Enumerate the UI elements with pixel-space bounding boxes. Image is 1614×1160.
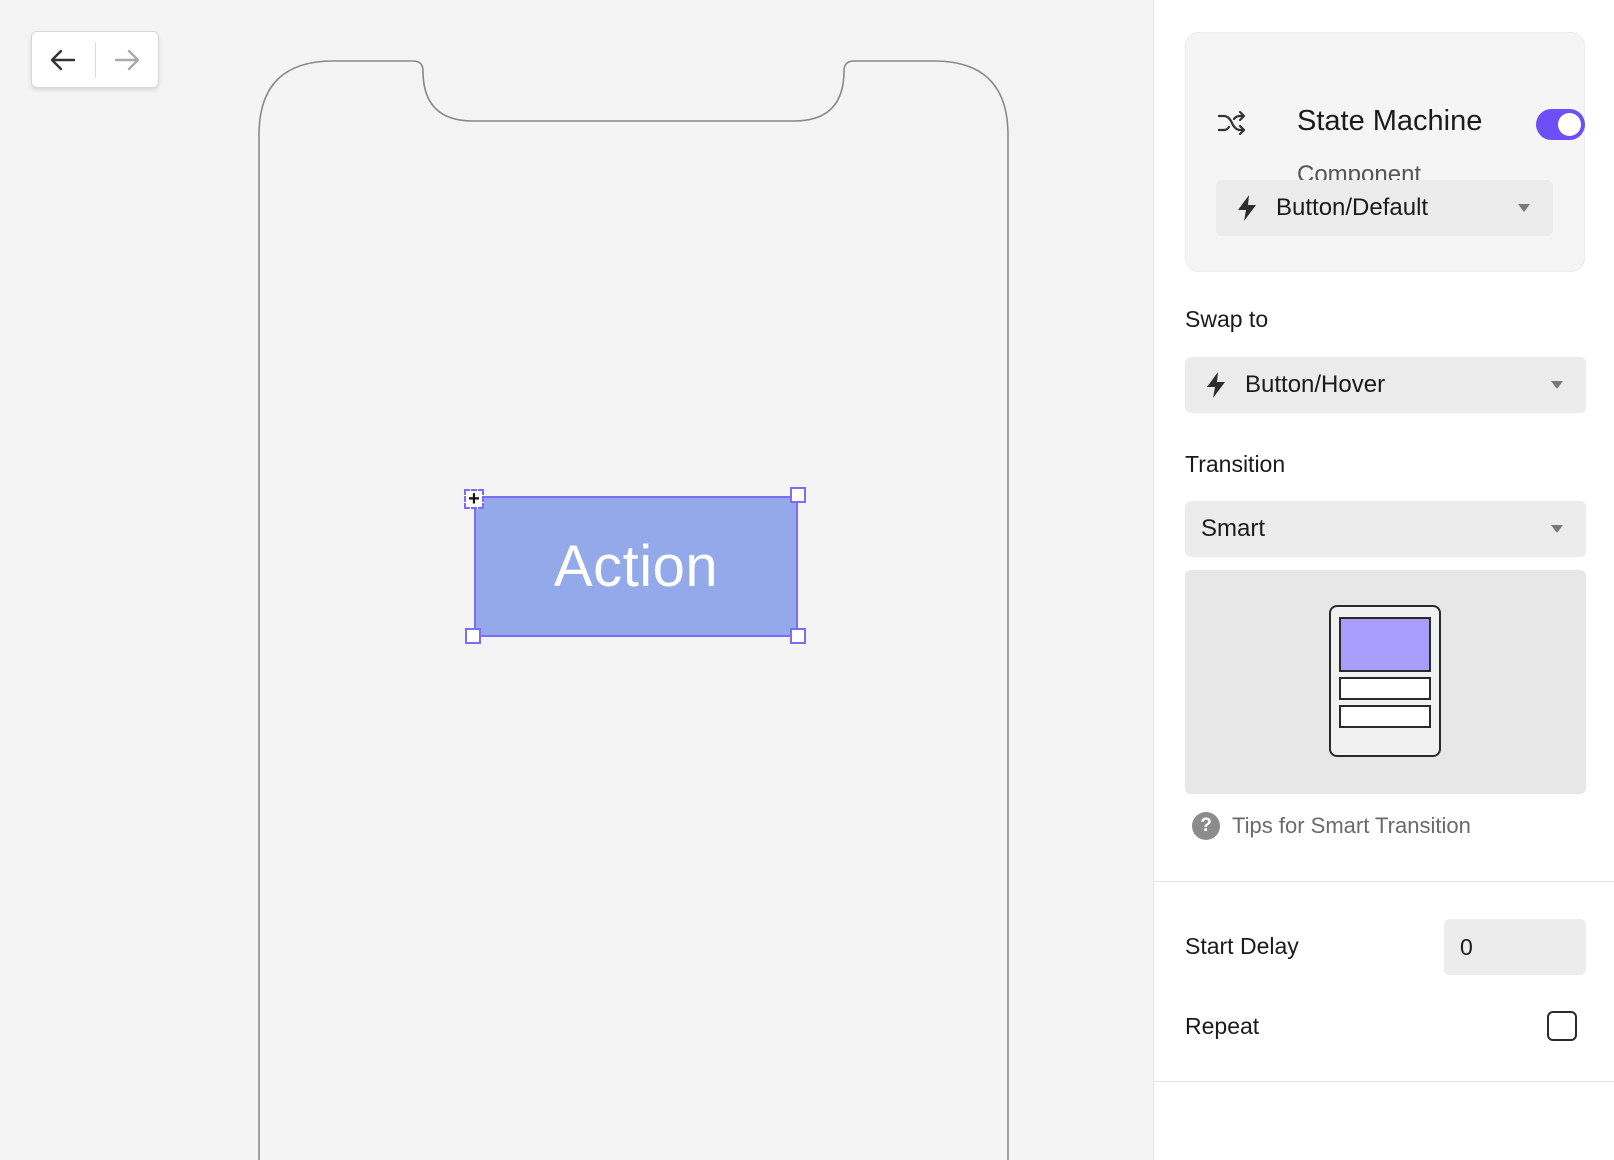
section-divider (1153, 881, 1614, 882)
action-button-component[interactable]: Action (474, 496, 798, 637)
component-select[interactable]: Button/Default (1216, 180, 1553, 236)
resize-handle-top-right[interactable] (790, 487, 806, 503)
transition-select-value: Smart (1201, 515, 1266, 542)
state-machine-toggle[interactable] (1536, 109, 1585, 140)
move-handle[interactable]: + (464, 489, 484, 509)
bolt-icon (1238, 195, 1256, 221)
transition-select[interactable]: Smart (1185, 501, 1586, 557)
start-delay-input[interactable]: 0 (1444, 919, 1586, 975)
tips-link[interactable]: ? Tips for Smart Transition (1192, 812, 1471, 840)
repeat-checkbox[interactable] (1547, 1011, 1577, 1041)
swap-to-select[interactable]: Button/Hover (1185, 357, 1586, 413)
swap-to-select-value: Button/Hover (1245, 371, 1386, 398)
bolt-icon (1207, 372, 1225, 398)
section-divider (1153, 1081, 1614, 1082)
start-delay-label: Start Delay (1185, 933, 1299, 959)
component-select-value: Button/Default (1276, 194, 1429, 221)
action-button-label: Action (553, 534, 719, 599)
transition-preview (1185, 570, 1586, 794)
repeat-label: Repeat (1185, 1013, 1260, 1039)
chevron-down-icon (1551, 525, 1563, 533)
design-canvas[interactable]: Action + (0, 0, 1153, 1160)
resize-handle-bottom-right[interactable] (790, 628, 806, 644)
state-machine-card: State Machine Component (1185, 32, 1585, 272)
shuffle-icon (1218, 111, 1246, 135)
transition-label: Transition (1185, 451, 1286, 477)
resize-handle-bottom-left[interactable] (465, 628, 481, 644)
chevron-down-icon (1551, 381, 1563, 389)
tips-text: Tips for Smart Transition (1232, 813, 1471, 838)
chevron-down-icon (1518, 204, 1530, 212)
swap-to-label: Swap to (1185, 306, 1269, 332)
toggle-knob (1558, 113, 1581, 136)
state-machine-title: State Machine (1297, 105, 1483, 137)
smart-transition-illustration (1329, 605, 1441, 757)
help-icon: ? (1192, 812, 1220, 840)
